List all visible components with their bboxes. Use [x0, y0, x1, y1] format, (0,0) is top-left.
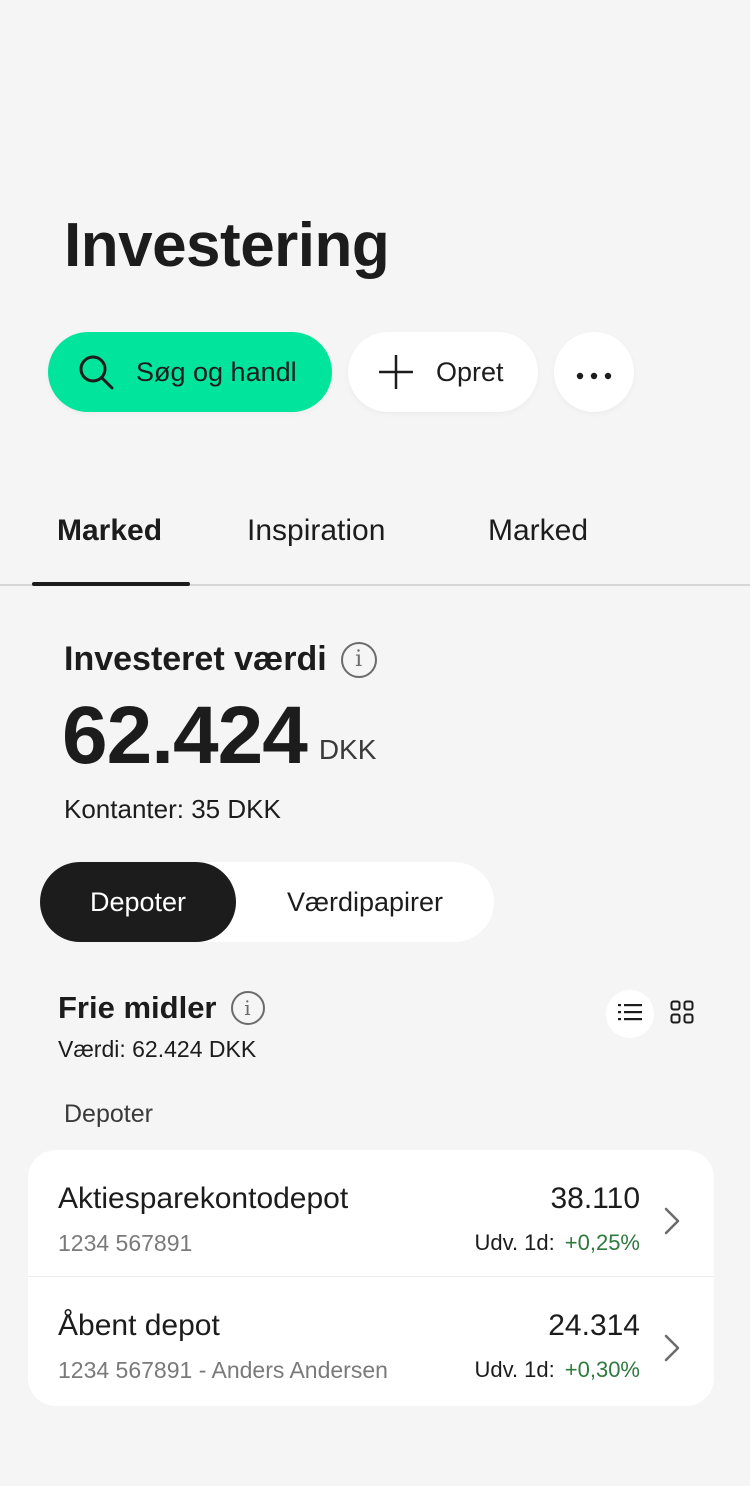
tab-marked-2[interactable]: Marked: [488, 514, 588, 548]
info-icon[interactable]: i: [340, 641, 377, 678]
depots-section-label: Depoter: [64, 1100, 153, 1128]
grid-view-button[interactable]: [658, 990, 706, 1038]
more-dots-icon: [575, 357, 613, 388]
view-segment-control: Depoter Værdipapirer: [40, 862, 494, 942]
tab-bar: Marked Inspiration Marked: [0, 486, 750, 586]
depot-amount: 38.110: [550, 1182, 640, 1215]
depots-list: Aktiesparekontodepot 1234 567891 38.110 …: [28, 1150, 714, 1406]
create-button[interactable]: Opret: [348, 332, 538, 412]
depot-change: Udv. 1d: +0,25%: [474, 1230, 640, 1256]
info-icon[interactable]: i: [230, 991, 265, 1025]
list-view-button[interactable]: [606, 990, 654, 1038]
segment-securities[interactable]: Værdipapirer: [236, 862, 494, 942]
invested-value-heading: Investeret værdi i: [64, 640, 377, 679]
depot-name: Åbent depot: [58, 1309, 220, 1342]
depot-account: 1234 567891 - Anders Andersen: [58, 1357, 388, 1383]
chevron-right-icon: [660, 1333, 684, 1363]
list-view-icon: [618, 1002, 642, 1027]
invested-value: 62.424 DKK: [62, 688, 376, 784]
active-tab-indicator: [32, 582, 190, 586]
change-label: Udv. 1d:: [474, 1230, 555, 1255]
change-value: +0,30%: [564, 1357, 640, 1382]
depot-account: 1234 567891: [58, 1230, 193, 1256]
invested-value-label: Investeret værdi: [64, 640, 327, 678]
investing-screen: Investering Søg og handl Opret Marked In…: [0, 0, 750, 1486]
depot-name: Aktiesparekontodepot: [58, 1182, 349, 1215]
tab-inspiration[interactable]: Inspiration: [247, 514, 385, 548]
segment-depots[interactable]: Depoter: [40, 862, 236, 942]
depot-change: Udv. 1d: +0,30%: [474, 1357, 640, 1383]
invested-value-amount: 62.424: [62, 690, 308, 781]
search-and-trade-button[interactable]: Søg og handl: [48, 332, 332, 412]
more-options-button[interactable]: [554, 332, 634, 412]
action-row: Søg og handl Opret: [48, 332, 634, 412]
chevron-right-icon: [660, 1206, 684, 1236]
grid-view-icon: [670, 1000, 694, 1029]
free-funds-label: Frie midler: [58, 990, 217, 1025]
search-and-trade-label: Søg og handl: [136, 356, 297, 387]
create-label: Opret: [436, 356, 504, 387]
depot-amount: 24.314: [548, 1309, 640, 1342]
free-funds-value: Værdi: 62.424 DKK: [58, 1036, 257, 1062]
list-item-depot[interactable]: Åbent depot 1234 567891 - Anders Anderse…: [28, 1276, 714, 1402]
tab-marked[interactable]: Marked: [57, 514, 162, 548]
layout-toggle: [606, 990, 706, 1038]
invested-value-currency: DKK: [318, 734, 377, 765]
change-value: +0,25%: [564, 1230, 640, 1255]
free-funds-heading: Frie midler i: [58, 990, 265, 1026]
change-label: Udv. 1d:: [474, 1357, 555, 1382]
list-item-depot[interactable]: Aktiesparekontodepot 1234 567891 38.110 …: [28, 1150, 714, 1276]
plus-icon: [376, 352, 416, 392]
cash-balance: Kontanter: 35 DKK: [64, 794, 281, 824]
page-title: Investering: [64, 211, 390, 280]
search-icon: [76, 352, 116, 392]
